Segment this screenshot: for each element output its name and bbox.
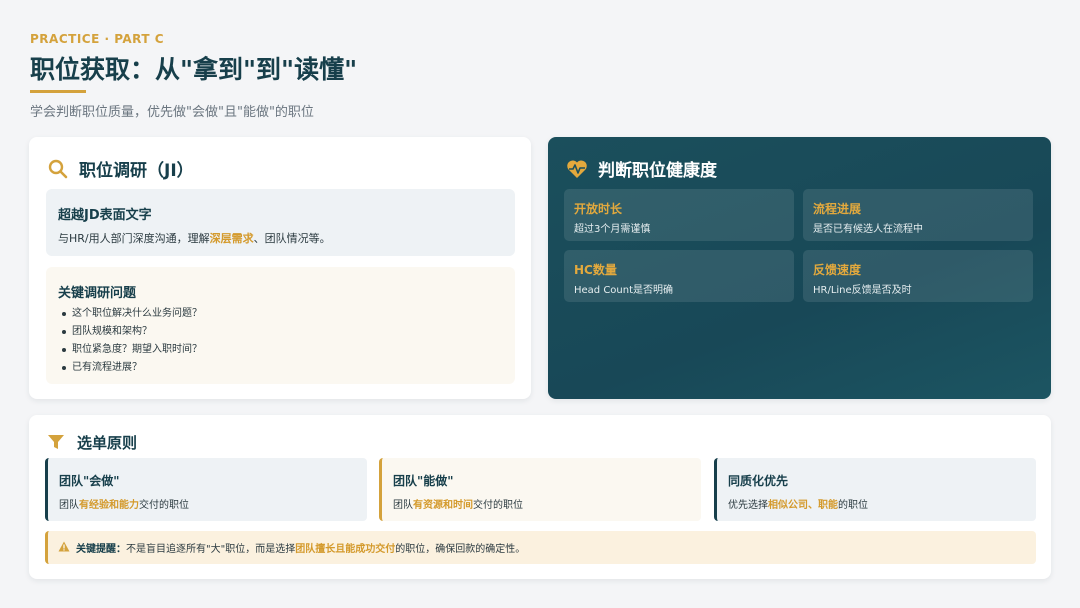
research-card-title: 职位调研（JI） [79,161,194,181]
metric-title: 开放时长 [574,202,623,216]
principles-card: 选单原则 团队"会做" 团队有经验和能力交付的职位 团队"能做" 团队有资源和时… [29,415,1051,579]
jd-beyond-panel: 超越JD表面文字 与HR/用人部门深度沟通，理解深层需求、团队情况等。 [46,189,515,256]
key-questions-panel: 关键调研问题 这个职位解决什么业务问题？ 团队规模和架构？ 职位紧急度？期望入职… [46,267,515,384]
search-icon [47,158,69,180]
heartbeat-icon [566,158,588,180]
principle-can-do: 团队"会做" 团队有经验和能力交付的职位 [45,458,367,521]
list-item: 团队规模和架构？ [60,323,202,341]
jd-beyond-title: 超越JD表面文字 [58,208,152,223]
list-item: 职位紧急度？期望入职时间？ [60,341,202,359]
key-questions-title: 关键调研问题 [58,286,137,301]
metric-title: HC数量 [574,263,617,277]
title-rule [30,90,86,93]
principle-text: 团队有资源和时间交付的职位 [393,500,523,511]
research-card-header: 职位调研（JI） [47,156,194,181]
metric-title: 反馈速度 [813,263,862,277]
page-title: 职位获取：从"拿到"到"读懂" [30,55,358,84]
principle-title: 同质化优先 [728,474,789,488]
research-card: 职位调研（JI） 超越JD表面文字 与HR/用人部门深度沟通，理解深层需求、团队… [29,137,531,399]
principle-title: 团队"能做" [393,474,454,488]
filter-icon [45,431,67,453]
health-card: 判断职位健康度 开放时长 超过3个月需谨慎 流程进展 是否已有候选人在流程中 H… [548,137,1051,399]
health-card-header: 判断职位健康度 [566,156,717,181]
principle-homogeneity: 同质化优先 优先选择相似公司、职能的职位 [714,458,1036,521]
principles-card-header: 选单原则 [45,431,137,453]
key-reminder: 关键提醒：不是盲目追逐所有"大"职位，而是选择团队擅长且能成功交付的职位，确保回… [45,531,1036,564]
metric-open-duration: 开放时长 超过3个月需谨慎 [564,189,794,241]
metric-text: 是否已有候选人在流程中 [813,224,923,235]
metric-feedback-speed: 反馈速度 HR/Line反馈是否及时 [803,250,1033,302]
principle-text: 优先选择相似公司、职能的职位 [728,500,868,511]
list-item: 这个职位解决什么业务问题？ [60,305,202,323]
list-item: 已有流程进展？ [60,359,202,377]
metric-title: 流程进展 [813,202,862,216]
metric-process-progress: 流程进展 是否已有候选人在流程中 [803,189,1033,241]
warning-icon [58,541,70,555]
principles-card-title: 选单原则 [77,433,138,452]
principle-able-do: 团队"能做" 团队有资源和时间交付的职位 [379,458,701,521]
eyebrow: PRACTICE · PART C [30,32,165,46]
key-questions-list: 这个职位解决什么业务问题？ 团队规模和架构？ 职位紧急度？期望入职时间？ 已有流… [60,305,202,377]
principle-title: 团队"会做" [59,474,120,488]
jd-beyond-text: 与HR/用人部门深度沟通，理解深层需求、团队情况等。 [58,232,331,245]
metric-text: Head Count是否明确 [574,285,674,296]
metric-text: 超过3个月需谨慎 [574,224,651,235]
key-reminder-text: 关键提醒：不是盲目追逐所有"大"职位，而是选择团队擅长且能成功交付的职位，确保回… [76,544,526,555]
health-card-title: 判断职位健康度 [598,161,717,181]
principle-text: 团队有经验和能力交付的职位 [59,500,189,511]
page-subtitle: 学会判断职位质量，优先做"会做"且"能做"的职位 [30,105,314,120]
metric-text: HR/Line反馈是否及时 [813,285,912,296]
metric-hc-count: HC数量 Head Count是否明确 [564,250,794,302]
